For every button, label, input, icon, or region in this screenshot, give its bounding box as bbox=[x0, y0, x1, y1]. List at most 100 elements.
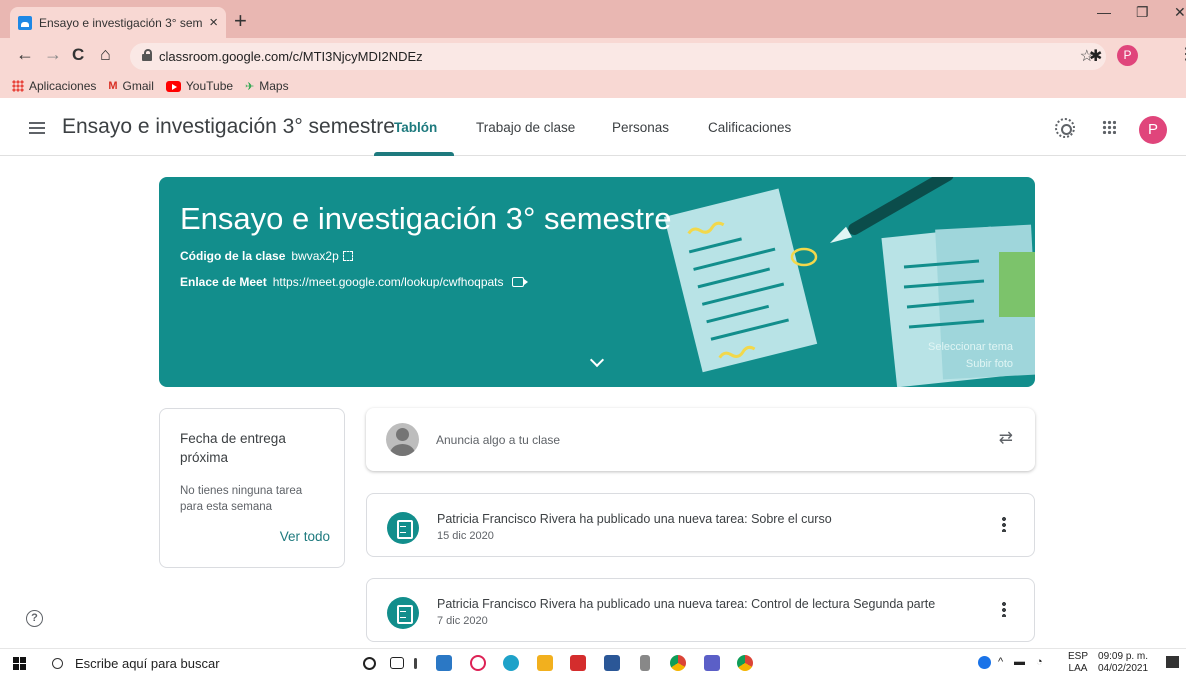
more-options-icon[interactable] bbox=[1002, 516, 1006, 532]
home-button[interactable]: ⌂ bbox=[100, 44, 111, 65]
notifications-icon[interactable] bbox=[1166, 656, 1179, 668]
task-view-icon[interactable] bbox=[390, 657, 404, 669]
upload-photo-link[interactable]: Subir foto bbox=[966, 358, 1013, 370]
tab-people[interactable]: Personas bbox=[612, 120, 669, 135]
class-code: Código de la clase bwvax2p bbox=[180, 249, 353, 263]
active-tab-indicator bbox=[374, 152, 454, 156]
assignment-icon bbox=[387, 512, 419, 544]
settings-gear-icon[interactable] bbox=[1055, 118, 1075, 138]
bookmark-maps[interactable]: ✈ Maps bbox=[245, 79, 289, 93]
banner-title: Ensayo e investigación 3° semestre bbox=[180, 201, 672, 236]
taskbar-search[interactable]: Escribe aquí para buscar bbox=[48, 652, 348, 674]
bookmark-label: Maps bbox=[259, 79, 289, 93]
post-title[interactable]: Patricia Francisco Rivera ha publicado u… bbox=[437, 512, 832, 526]
post-title[interactable]: Patricia Francisco Rivera ha publicado u… bbox=[437, 597, 935, 611]
lock-icon bbox=[142, 49, 152, 61]
word-icon[interactable] bbox=[604, 655, 620, 671]
bookmark-apps[interactable]: Aplicaciones bbox=[12, 79, 96, 93]
classroom-app-icon[interactable] bbox=[436, 655, 452, 671]
chrome-icon[interactable] bbox=[670, 655, 686, 671]
lang-layout: LAA bbox=[1068, 663, 1088, 674]
page-title[interactable]: Ensayo e investigación 3° semestre bbox=[62, 115, 395, 139]
main-menu-icon[interactable] bbox=[29, 122, 45, 134]
user-avatar bbox=[386, 423, 419, 456]
bookmarks-bar: Aplicaciones M Gmail YouTube ✈ Maps bbox=[0, 74, 1186, 98]
help-icon[interactable]: ? bbox=[26, 610, 43, 627]
tab-stream[interactable]: Tablón bbox=[394, 120, 437, 135]
more-options-icon[interactable] bbox=[1002, 601, 1006, 617]
wifi-icon[interactable]: ◔ bbox=[1036, 656, 1043, 668]
google-apps-icon[interactable] bbox=[1102, 120, 1116, 134]
close-tab-icon[interactable]: × bbox=[209, 14, 218, 31]
stream-post[interactable]: Patricia Francisco Rivera ha publicado u… bbox=[366, 578, 1035, 642]
upcoming-card: Fecha de entrega próxima No tienes ningu… bbox=[159, 408, 345, 568]
extensions-puzzle-icon[interactable]: ✱ bbox=[1089, 46, 1102, 66]
video-camera-icon[interactable] bbox=[511, 277, 528, 287]
file-explorer-icon[interactable] bbox=[537, 655, 553, 671]
edge-browser-icon[interactable] bbox=[503, 655, 519, 671]
new-tab-button[interactable]: + bbox=[234, 8, 247, 34]
announce-box[interactable]: Anuncia algo a tu clase ⇄ bbox=[366, 408, 1035, 471]
maps-icon: ✈ bbox=[245, 80, 255, 93]
tab-title: Ensayo e investigación 3° semest bbox=[39, 15, 204, 30]
windows-taskbar: Escribe aquí para buscar ^ ▬ ◔ ESP LAA 0… bbox=[0, 648, 1186, 676]
stream-post[interactable]: Patricia Francisco Rivera ha publicado u… bbox=[366, 493, 1035, 557]
browser-tabstrip: Ensayo e investigación 3° semest × + — ❐… bbox=[0, 0, 1186, 38]
browser-tab[interactable]: Ensayo e investigación 3° semest × bbox=[10, 7, 226, 38]
forward-button[interactable]: → bbox=[44, 44, 62, 65]
tab-classwork[interactable]: Trabajo de clase bbox=[476, 120, 575, 135]
reload-button[interactable]: C bbox=[72, 45, 84, 65]
browser-menu-icon[interactable]: ⋮ bbox=[1178, 44, 1186, 64]
input-language[interactable]: ESP LAA bbox=[1068, 651, 1088, 675]
gmail-icon: M bbox=[108, 80, 118, 92]
see-all-link[interactable]: Ver todo bbox=[280, 529, 330, 544]
show-hidden-icons-icon[interactable]: ^ bbox=[998, 656, 1003, 668]
close-window-button[interactable]: ✕ bbox=[1174, 4, 1186, 21]
windows-start-icon[interactable] bbox=[13, 657, 26, 670]
apps-grid-icon bbox=[12, 80, 24, 92]
meet-link-url[interactable]: https://meet.google.com/lookup/cwfhoqpat… bbox=[273, 275, 504, 289]
fullscreen-code-icon[interactable] bbox=[342, 251, 353, 261]
meet-link-label: Enlace de Meet bbox=[180, 275, 267, 289]
network-icon[interactable]: ▬ bbox=[1014, 656, 1025, 668]
youtube-icon bbox=[165, 80, 181, 92]
bookmark-label: YouTube bbox=[185, 79, 234, 93]
search-icon bbox=[52, 657, 63, 669]
chrome-profile-icon[interactable] bbox=[737, 655, 753, 671]
browser-toolbar: ← → C ⌂ classroom.google.com/c/MTI3NjcyM… bbox=[0, 38, 1186, 74]
post-date: 15 dic 2020 bbox=[437, 530, 494, 542]
select-theme-link[interactable]: Seleccionar tema bbox=[928, 341, 1013, 353]
post-date: 7 dic 2020 bbox=[437, 615, 488, 627]
announce-input[interactable]: Anuncia algo a tu clase bbox=[436, 433, 560, 447]
minimize-button[interactable]: — bbox=[1097, 4, 1111, 20]
class-code-value: bwvax2p bbox=[291, 249, 339, 263]
usb-drive-icon[interactable] bbox=[640, 655, 650, 671]
browser-profile-avatar[interactable]: P bbox=[1117, 45, 1138, 66]
address-bar[interactable]: classroom.google.com/c/MTI3NjcyMDI2NDEz … bbox=[130, 43, 1106, 70]
taskbar-separator-icon bbox=[414, 658, 417, 669]
lang-code: ESP bbox=[1068, 651, 1089, 662]
bookmark-youtube[interactable]: YouTube bbox=[165, 79, 234, 93]
clock-date: 04/02/2021 bbox=[1098, 663, 1149, 674]
bookmark-gmail[interactable]: M Gmail bbox=[108, 79, 154, 93]
bookmark-label: Aplicaciones bbox=[29, 79, 97, 93]
account-avatar[interactable]: P bbox=[1139, 116, 1167, 144]
repost-icon[interactable]: ⇄ bbox=[999, 428, 1013, 448]
snipping-tool-icon[interactable] bbox=[470, 655, 486, 671]
classroom-header: Ensayo e investigación 3° semestre Tabló… bbox=[0, 98, 1186, 156]
restore-button[interactable]: ❐ bbox=[1136, 4, 1149, 21]
upcoming-message: No tienes ninguna tarea para esta semana bbox=[180, 485, 303, 513]
teams-icon[interactable] bbox=[704, 655, 720, 671]
clock-time: 09:09 p. m. bbox=[1098, 651, 1149, 662]
assignment-icon bbox=[387, 597, 419, 629]
class-banner: Ensayo e investigación 3° semestre Códig… bbox=[159, 177, 1035, 387]
system-clock[interactable]: 09:09 p. m. 04/02/2021 bbox=[1098, 651, 1148, 675]
upcoming-title: Fecha de entrega próxima bbox=[180, 431, 286, 465]
acrobat-icon[interactable] bbox=[570, 655, 586, 671]
help-tray-icon[interactable] bbox=[978, 656, 991, 669]
class-code-label: Código de la clase bbox=[180, 249, 286, 263]
cortana-icon[interactable] bbox=[363, 657, 376, 670]
tab-grades[interactable]: Calificaciones bbox=[708, 120, 791, 135]
url-text: classroom.google.com/c/MTI3NjcyMDI2NDEz bbox=[159, 49, 423, 64]
back-button[interactable]: ← bbox=[16, 44, 34, 65]
